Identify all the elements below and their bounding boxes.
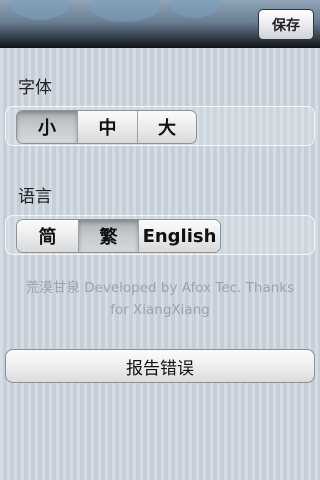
credit-text: 荒漠甘泉 Developed by Afox Tec. Thanks for X… <box>14 277 306 321</box>
language-simplified-option[interactable]: 简 <box>17 220 78 252</box>
nav-background-decoration <box>90 0 160 22</box>
nav-background-decoration <box>10 0 70 20</box>
credit-line-1: 荒漠甘泉 Developed by Afox Tec. Thanks <box>25 280 295 296</box>
font-size-label: 字体 <box>18 78 52 98</box>
navigation-bar: 保存 <box>0 0 320 48</box>
language-english-option[interactable]: English <box>138 220 220 252</box>
font-size-segmented-control: 小 中 大 <box>16 110 197 144</box>
credit-line-2: for XiangXiang <box>110 302 210 318</box>
language-segmented-control: 简 繁 English <box>16 219 221 253</box>
report-error-button[interactable]: 报告错误 <box>5 349 315 383</box>
font-size-medium-option[interactable]: 中 <box>77 111 137 143</box>
font-size-small-option[interactable]: 小 <box>17 111 77 143</box>
font-size-large-option[interactable]: 大 <box>137 111 196 143</box>
language-traditional-option[interactable]: 繁 <box>78 220 138 252</box>
language-label: 语言 <box>18 187 52 207</box>
nav-background-decoration <box>170 0 220 18</box>
save-button[interactable]: 保存 <box>258 9 314 40</box>
